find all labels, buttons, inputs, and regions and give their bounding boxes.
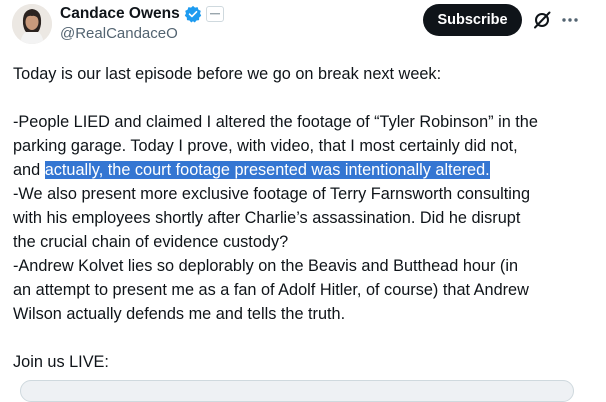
post-line: with his employees shortly after Charlie… <box>13 209 521 227</box>
author-display-name[interactable]: Candace Owens <box>60 5 180 23</box>
more-dots-icon[interactable] <box>558 8 582 32</box>
post-line: parking garage. Today I prove, with vide… <box>13 137 518 155</box>
post-line: an attempt to present me as a fan of Ado… <box>13 281 529 299</box>
author-name-row: Candace Owens <box>60 4 224 24</box>
avatar-image <box>12 4 52 44</box>
post-line: the crucial chain of evidence custody? <box>13 233 289 251</box>
author-handle[interactable]: @RealCandaceO <box>60 25 178 42</box>
post-line: Wilson actually defends me and tells the… <box>13 305 346 323</box>
affiliation-badge-icon[interactable] <box>205 6 224 22</box>
selected-text: actually, the court footage presented wa… <box>44 161 490 179</box>
post-line: and actually, the court footage presente… <box>13 158 603 182</box>
avatar[interactable] <box>12 4 52 44</box>
post-line: -People LIED and claimed I altered the f… <box>13 113 538 131</box>
post-text: Today is our last episode before we go o… <box>13 62 603 374</box>
grok-slash-icon[interactable] <box>530 8 554 32</box>
post-line: -Andrew Kolvet lies so deplorably on the… <box>13 257 519 275</box>
media-card[interactable] <box>20 380 574 402</box>
post-line: Join us LIVE: <box>13 353 109 371</box>
post-line: Today is our last episode before we go o… <box>13 65 442 83</box>
verified-badge-icon[interactable] <box>184 5 202 23</box>
post-line: -We also present more exclusive footage … <box>13 185 531 203</box>
post-line-text: and <box>13 161 45 179</box>
subscribe-button[interactable]: Subscribe <box>423 4 522 36</box>
